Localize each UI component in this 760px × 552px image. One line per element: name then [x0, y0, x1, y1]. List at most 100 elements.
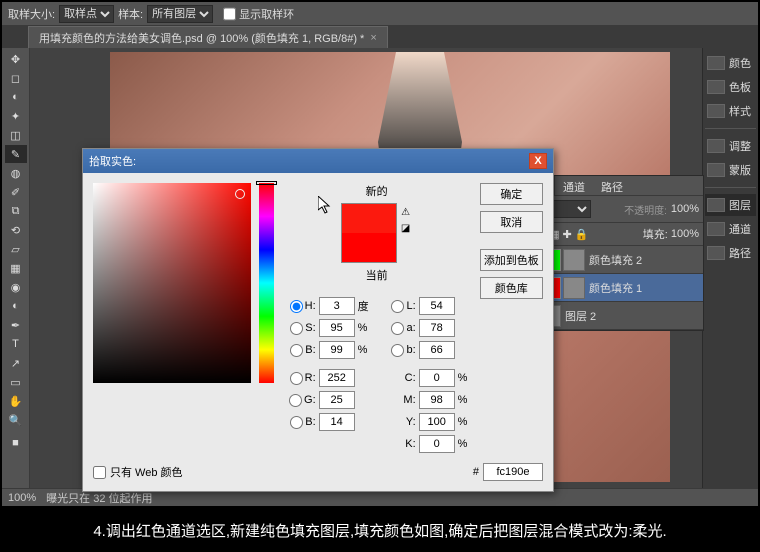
- ok-button[interactable]: 确定: [480, 183, 543, 205]
- wand-tool[interactable]: ✦: [5, 107, 27, 125]
- b2-radio[interactable]: b:: [386, 344, 416, 357]
- layer-name[interactable]: 颜色填充 1: [589, 280, 642, 296]
- dodge-tool[interactable]: ◐: [5, 297, 27, 315]
- panel-color[interactable]: 颜色: [705, 52, 756, 74]
- eyedropper-tool[interactable]: ✎: [5, 145, 27, 163]
- layer-name[interactable]: 图层 2: [565, 308, 596, 324]
- channels-icon: [707, 222, 725, 236]
- hue-slider[interactable]: [259, 183, 273, 383]
- l-input[interactable]: [419, 297, 455, 315]
- a-radio[interactable]: a:: [386, 322, 416, 335]
- document-title: 用填充颜色的方法给美女调色.psd @ 100% (颜色填充 1, RGB/8#…: [39, 30, 364, 46]
- shape-tool[interactable]: ▭: [5, 373, 27, 391]
- color-picker-dialog: 拾取实色: X 新的 ⚠ ◪ 当前 H:度: [82, 148, 554, 492]
- panel-masks[interactable]: 蒙版: [705, 159, 756, 181]
- opacity-value[interactable]: 100%: [671, 203, 699, 215]
- sample-size-select[interactable]: 取样点: [59, 5, 114, 23]
- hex-label: #: [473, 466, 479, 478]
- r-input[interactable]: [319, 369, 355, 387]
- m-input[interactable]: [419, 391, 455, 409]
- path-tool[interactable]: ↗: [5, 354, 27, 372]
- h-radio[interactable]: H:: [286, 300, 316, 313]
- current-color-swatch: [342, 233, 396, 262]
- zoom-tool[interactable]: 🔍: [5, 411, 27, 429]
- dialog-title: 拾取实色:: [89, 153, 136, 169]
- close-tab-icon[interactable]: ×: [370, 32, 376, 44]
- stamp-tool[interactable]: ⧉: [5, 202, 27, 220]
- close-icon[interactable]: X: [529, 153, 547, 169]
- paths-tab[interactable]: 路径: [593, 176, 631, 195]
- bb-radio[interactable]: B:: [286, 416, 316, 429]
- panel-channels[interactable]: 通道: [705, 218, 756, 240]
- panel-adjustments[interactable]: 调整: [705, 135, 756, 157]
- fill-value[interactable]: 100%: [671, 228, 699, 240]
- k-label: K:: [386, 438, 416, 450]
- zoom-level[interactable]: 100%: [8, 492, 36, 504]
- hex-input[interactable]: [483, 463, 543, 481]
- fg-bg-swatch[interactable]: ■: [5, 430, 27, 456]
- new-color-swatch: [342, 204, 396, 233]
- h-input[interactable]: [319, 297, 355, 315]
- panel-swatches[interactable]: 色板: [705, 76, 756, 98]
- channels-tab[interactable]: 通道: [555, 176, 593, 195]
- panel-layers[interactable]: 图层: [705, 194, 756, 216]
- move-tool[interactable]: ✥: [5, 50, 27, 68]
- dialog-titlebar[interactable]: 拾取实色: X: [83, 149, 553, 173]
- g-input[interactable]: [319, 391, 355, 409]
- l-radio[interactable]: L:: [386, 300, 416, 313]
- s-radio[interactable]: S:: [286, 322, 316, 335]
- show-ring-checkbox[interactable]: 显示取样环: [223, 5, 294, 23]
- type-tool[interactable]: T: [5, 335, 27, 353]
- cancel-button[interactable]: 取消: [480, 211, 543, 233]
- color-field[interactable]: [93, 183, 251, 383]
- color-preview: [341, 203, 397, 263]
- panel-dock: 颜色 色板 样式 调整 蒙版 图层 通道 路径: [702, 48, 758, 488]
- document-tabs: 用填充颜色的方法给美女调色.psd @ 100% (颜色填充 1, RGB/8#…: [2, 26, 758, 48]
- hue-marker: [256, 181, 276, 185]
- adjust-icon: [707, 139, 725, 153]
- lock-all-icon[interactable]: 🔒: [575, 228, 589, 241]
- layer-mask-thumb[interactable]: [563, 277, 585, 299]
- c-input[interactable]: [419, 369, 455, 387]
- websafe-warning-icon[interactable]: ◪: [399, 221, 413, 235]
- g-radio[interactable]: G:: [286, 394, 316, 407]
- lasso-tool[interactable]: ◐: [5, 88, 27, 106]
- options-bar: 取样大小: 取样点 样本: 所有图层 显示取样环: [2, 2, 758, 26]
- add-swatch-button[interactable]: 添加到色板: [480, 249, 543, 271]
- s-input[interactable]: [319, 319, 355, 337]
- document-tab[interactable]: 用填充颜色的方法给美女调色.psd @ 100% (颜色填充 1, RGB/8#…: [28, 26, 388, 49]
- crop-tool[interactable]: ◫: [5, 126, 27, 144]
- mask-icon: [707, 163, 725, 177]
- lock-position-icon[interactable]: ✚: [562, 228, 571, 241]
- brush-tool[interactable]: ✐: [5, 183, 27, 201]
- marquee-tool[interactable]: ◻: [5, 69, 27, 87]
- layer-mask-thumb[interactable]: [563, 249, 585, 271]
- layer-name[interactable]: 颜色填充 2: [589, 252, 642, 268]
- toolbox: ✥ ◻ ◐ ✦ ◫ ✎ ◍ ✐ ⧉ ⟲ ▱ ▦ ◉ ◐ ✒ T ↗ ▭ ✋ 🔍 …: [2, 48, 30, 488]
- color-libs-button[interactable]: 颜色库: [480, 277, 543, 299]
- y-input[interactable]: [419, 413, 455, 431]
- styles-icon: [707, 104, 725, 118]
- panel-paths[interactable]: 路径: [705, 242, 756, 264]
- paths-icon: [707, 246, 725, 260]
- a-input[interactable]: [419, 319, 455, 337]
- r-radio[interactable]: R:: [286, 372, 316, 385]
- blur-tool[interactable]: ◉: [5, 278, 27, 296]
- bb-input[interactable]: [319, 413, 355, 431]
- swatches-icon: [707, 80, 725, 94]
- pen-tool[interactable]: ✒: [5, 316, 27, 334]
- sample-select[interactable]: 所有图层: [147, 5, 213, 23]
- b-input[interactable]: [319, 341, 355, 359]
- eraser-tool[interactable]: ▱: [5, 240, 27, 258]
- web-only-checkbox[interactable]: 只有 Web 颜色: [93, 464, 183, 480]
- history-brush-tool[interactable]: ⟲: [5, 221, 27, 239]
- b-radio[interactable]: B:: [286, 344, 316, 357]
- heal-tool[interactable]: ◍: [5, 164, 27, 182]
- hand-tool[interactable]: ✋: [5, 392, 27, 410]
- c-label: C:: [386, 372, 416, 384]
- b2-input[interactable]: [419, 341, 455, 359]
- k-input[interactable]: [419, 435, 455, 453]
- gamut-warning-icon[interactable]: ⚠: [399, 205, 413, 219]
- panel-styles[interactable]: 样式: [705, 100, 756, 122]
- gradient-tool[interactable]: ▦: [5, 259, 27, 277]
